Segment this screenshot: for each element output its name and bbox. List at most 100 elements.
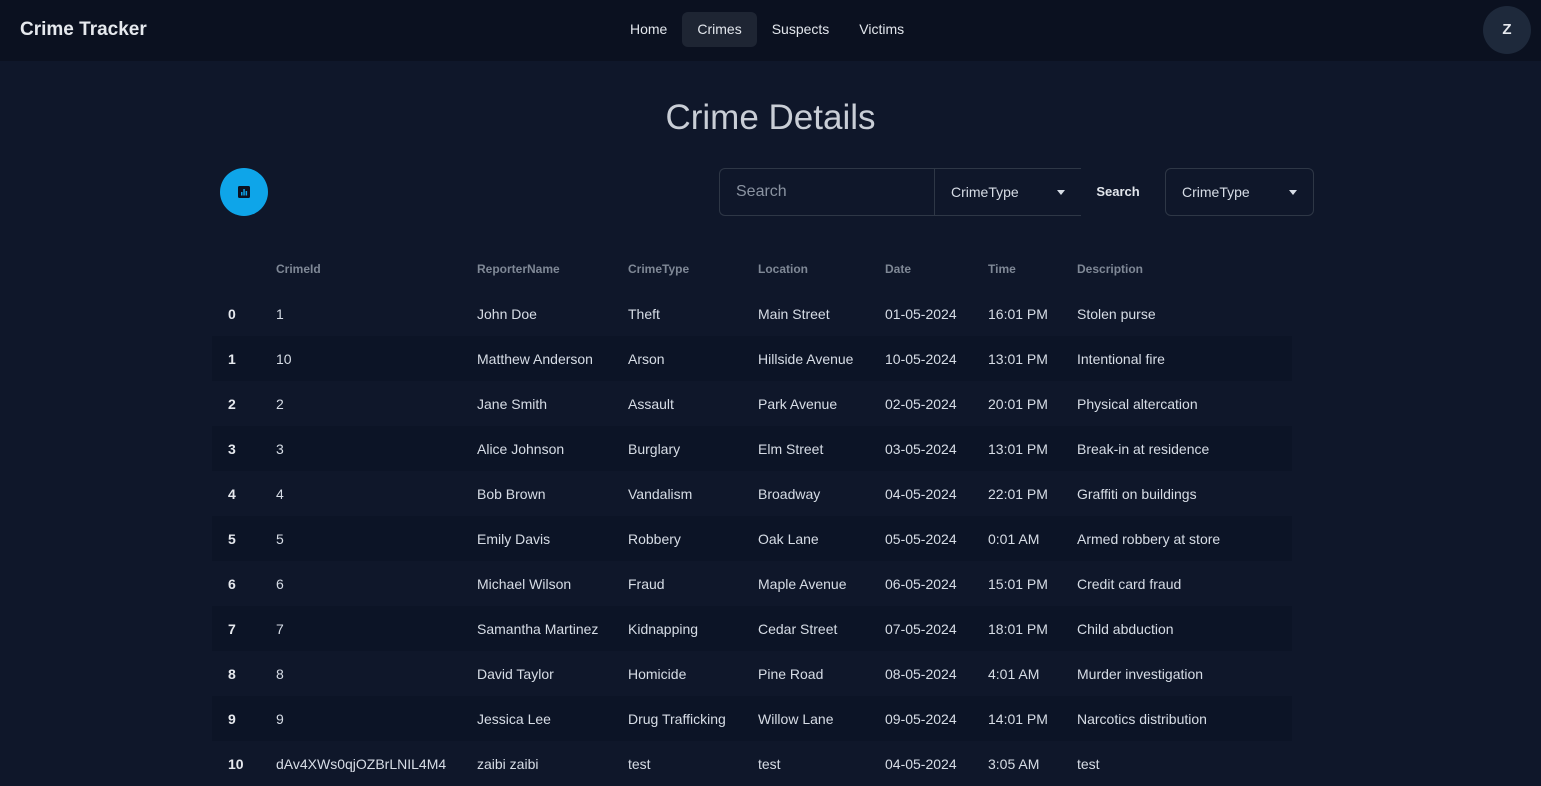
table-row[interactable]: 9 9 Jessica Lee Drug Trafficking Willow … [212,696,1292,741]
table-row[interactable]: 5 5 Emily Davis Robbery Oak Lane 05-05-2… [212,516,1292,561]
cell-description: Child abduction [1077,606,1292,651]
cell-location: Maple Avenue [758,575,847,592]
filter-select[interactable]: CrimeType [1165,168,1314,216]
cell-date: 01-05-2024 [885,305,957,322]
column-header-index [212,246,276,291]
table-row[interactable]: 1 10 Matthew Anderson Arson Hillside Ave… [212,336,1292,381]
cell-reportername: Alice Johnson [477,426,628,471]
search-field-select-value: CrimeType [951,184,1019,200]
nav-home[interactable]: Home [615,12,682,47]
cell-index: 8 [228,665,236,682]
cell-time: 14:01 PM [988,696,1077,741]
cell-date: 02-05-2024 [885,395,957,412]
cell-location: Oak Lane [758,516,885,561]
cell-location: Park Avenue [758,395,838,412]
cell-location: Elm Street [758,426,885,471]
search-button[interactable]: Search [1081,168,1155,216]
column-header-location[interactable]: Location [758,246,885,291]
cell-description: Credit card fraud [1077,575,1182,592]
search-group: CrimeType [719,168,1081,216]
cell-date: 05-05-2024 [885,516,988,561]
cell-crimetype: Robbery [628,516,758,561]
cell-crimeid: 9 [276,696,477,741]
cell-description: test [1077,755,1100,772]
nav-victims[interactable]: Victims [844,12,919,47]
cell-reportername: Michael Wilson [477,575,572,592]
cell-reportername: zaibi zaibi [477,755,539,772]
table-row[interactable]: 6 6 Michael Wilson Fraud Maple Avenue 06… [212,561,1292,606]
cell-time: 13:01 PM [988,426,1077,471]
cell-location: Broadway [758,485,821,502]
cell-index: 3 [212,426,276,471]
filter-select-value: CrimeType [1182,184,1250,200]
stats-button[interactable] [220,168,268,216]
cell-time: 0:01 AM [988,516,1077,561]
cell-crimeid: 6 [276,575,284,592]
cell-reportername: Bob Brown [477,485,546,502]
cell-date: 07-05-2024 [885,606,988,651]
column-header-crimeid[interactable]: CrimeId [276,246,477,291]
cell-reportername: John Doe [477,305,537,322]
cell-crimetype: Fraud [628,575,665,592]
cell-reportername: Matthew Anderson [477,336,628,381]
cell-location: Willow Lane [758,696,885,741]
cell-reportername: Jessica Lee [477,696,628,741]
table-row[interactable]: 3 3 Alice Johnson Burglary Elm Street 03… [212,426,1292,471]
nav-crimes[interactable]: Crimes [682,12,757,47]
table-row[interactable]: 7 7 Samantha Martinez Kidnapping Cedar S… [212,606,1292,651]
cell-crimetype: Kidnapping [628,606,758,651]
cell-date: 10-05-2024 [885,336,988,381]
cell-crimetype: Drug Trafficking [628,696,758,741]
column-header-time[interactable]: Time [988,246,1077,291]
cell-crimetype: Vandalism [628,485,693,502]
cell-crimeid: 1 [276,305,284,322]
cell-location: Main Street [758,305,830,322]
page-title: Crime Details [665,98,876,137]
cell-location: Hillside Avenue [758,336,885,381]
nav-suspects[interactable]: Suspects [757,12,845,47]
cell-time: 22:01 PM [988,485,1048,502]
user-avatar[interactable]: Z [1483,6,1531,54]
table-header-row: CrimeId ReporterName CrimeType Location … [212,246,1292,291]
table-row[interactable]: 8 8 David Taylor Homicide Pine Road 08-0… [212,651,1292,696]
table-row[interactable]: 0 1 John Doe Theft Main Street 01-05-202… [212,291,1292,336]
search-field-select[interactable]: CrimeType [934,169,1081,215]
table-row[interactable]: 10 dAv4XWs0qjOZBrLNIL4M4 zaibi zaibi tes… [212,741,1292,786]
cell-crimeid: 8 [276,665,284,682]
bar-chart-icon [238,186,250,198]
cell-location: Pine Road [758,665,824,682]
cell-date: 03-05-2024 [885,426,988,471]
cell-reportername: David Taylor [477,665,554,682]
cell-crimetype: test [628,755,651,772]
cell-crimeid: 5 [276,516,477,561]
column-header-crimetype[interactable]: CrimeType [628,246,758,291]
cell-index: 9 [212,696,276,741]
cell-crimeid: 3 [276,426,477,471]
cell-reportername: Jane Smith [477,395,548,412]
cell-crimetype: Burglary [628,426,758,471]
cell-description: Break-in at residence [1077,426,1292,471]
cell-index: 10 [228,755,244,772]
cell-index: 6 [228,575,236,592]
top-navbar: Crime Tracker Home Crimes Suspects Victi… [0,0,1541,61]
cell-date: 04-05-2024 [885,485,957,502]
column-header-reportername[interactable]: ReporterName [477,246,628,291]
cell-crimetype: Assault [628,395,674,412]
cell-description: Narcotics distribution [1077,696,1292,741]
cell-time: 4:01 AM [988,665,1040,682]
cell-location: Cedar Street [758,606,885,651]
brand-logo[interactable]: Crime Tracker [20,19,147,41]
cell-location: test [758,755,781,772]
table-row[interactable]: 4 4 Bob Brown Vandalism Broadway 04-05-2… [212,471,1292,516]
column-header-date[interactable]: Date [885,246,988,291]
cell-index: 4 [228,485,236,502]
cell-crimeid: 7 [276,606,477,651]
cell-crimeid: 10 [276,336,477,381]
cell-index: 1 [212,336,276,381]
column-header-description[interactable]: Description [1077,246,1292,291]
search-input[interactable] [720,169,934,215]
caret-down-icon [1289,189,1297,195]
table-row[interactable]: 2 2 Jane Smith Assault Park Avenue 02-05… [212,381,1292,426]
cell-time: 16:01 PM [988,305,1048,322]
cell-index: 2 [228,395,236,412]
